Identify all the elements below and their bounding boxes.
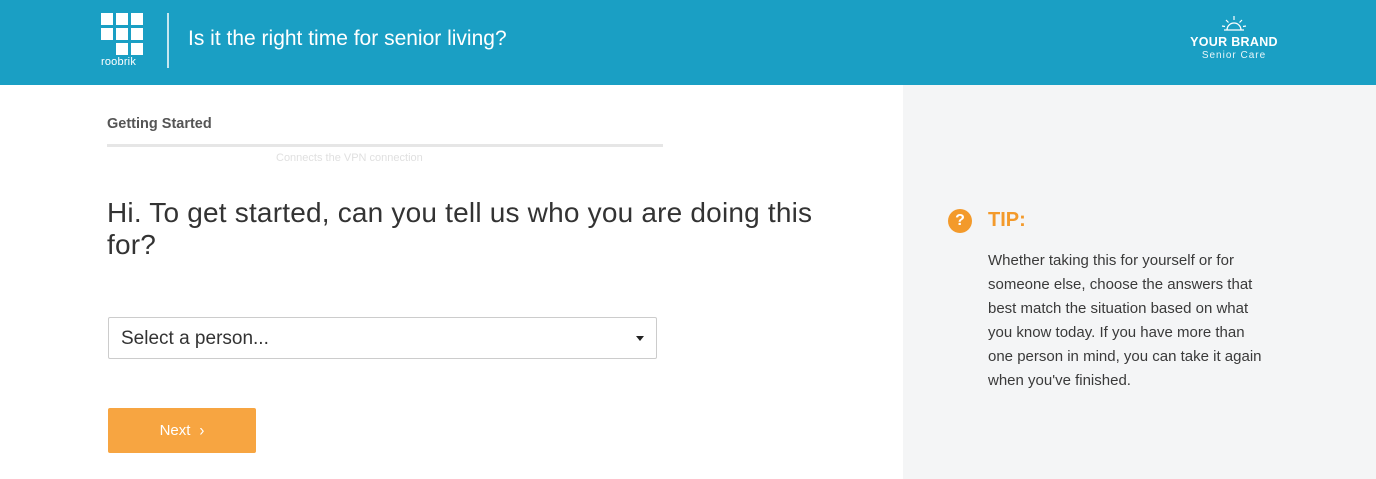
main-content: Getting Started Connects the VPN connect… [0,85,903,479]
ghost-tooltip: Connects the VPN connection [266,148,444,170]
logo-grid-icon [101,13,149,55]
tip-panel: ? TIP: Whether taking this for yourself … [903,85,1376,479]
top-header: roobrik Is it the right time for senior … [0,0,1376,85]
progress-bar [107,144,663,147]
person-select[interactable]: Select a person... [108,317,657,359]
page-title: Is it the right time for senior living? [188,27,507,50]
question-circle-icon: ? [948,209,972,233]
brand-logo[interactable]: YOUR BRAND Senior Care [1176,14,1292,61]
next-button[interactable]: Next › [108,408,256,453]
brand-name: YOUR BRAND [1190,35,1278,49]
step-label: Getting Started [107,116,212,132]
sunrise-icon [1221,16,1247,31]
roobrik-logo[interactable]: roobrik [101,13,149,71]
tip-body: Whether taking this for yourself or for … [988,252,1262,389]
next-button-label: Next [159,422,191,439]
select-value: Select a person... [121,328,269,349]
logo-text: roobrik [101,56,137,68]
header-divider [167,13,169,68]
brand-subtitle: Senior Care [1201,50,1267,61]
tip-title: TIP: [988,209,1026,231]
question-text: Hi. To get started, can you tell us who … [107,197,813,260]
caret-down-icon [636,336,644,341]
chevron-right-icon: › [199,421,205,440]
